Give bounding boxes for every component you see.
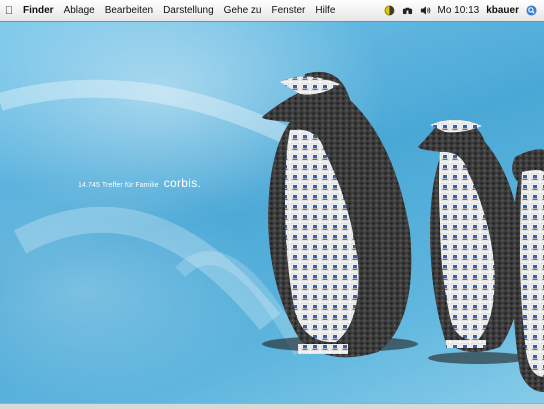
status-icon[interactable] [384, 5, 395, 16]
volume-icon[interactable] [420, 5, 431, 16]
menu-darstellung[interactable]: Darstellung [158, 5, 219, 16]
penguin-collage [0, 22, 544, 403]
menu-bearbeiten[interactable]: Bearbeiten [100, 5, 158, 16]
apple-icon[interactable]:  [0, 5, 18, 17]
binoculars-icon[interactable] [402, 5, 413, 16]
menu-hilfe[interactable]: Hilfe [310, 5, 340, 16]
menu-ablage[interactable]: Ablage [59, 5, 100, 16]
menu-gehe-zu[interactable]: Gehe zu [219, 5, 267, 16]
user-menu[interactable]: kbauer [486, 5, 519, 16]
menu-clock[interactable]: Mo 10:13 [438, 5, 480, 16]
menu-bar:  Finder Ablage Bearbeiten Darstellung G… [0, 0, 544, 22]
penguin-large [262, 72, 418, 358]
spotlight-icon[interactable] [526, 5, 537, 16]
menu-finder[interactable]: Finder [18, 5, 59, 16]
menu-extras: Mo 10:13 kbauer [384, 0, 544, 21]
desktop-background: 14.745 Treffer für Familie corbis. [0, 22, 544, 403]
penguin-medium [418, 120, 528, 364]
menu-fenster[interactable]: Fenster [266, 5, 310, 16]
screen-bottom-edge [0, 403, 544, 409]
